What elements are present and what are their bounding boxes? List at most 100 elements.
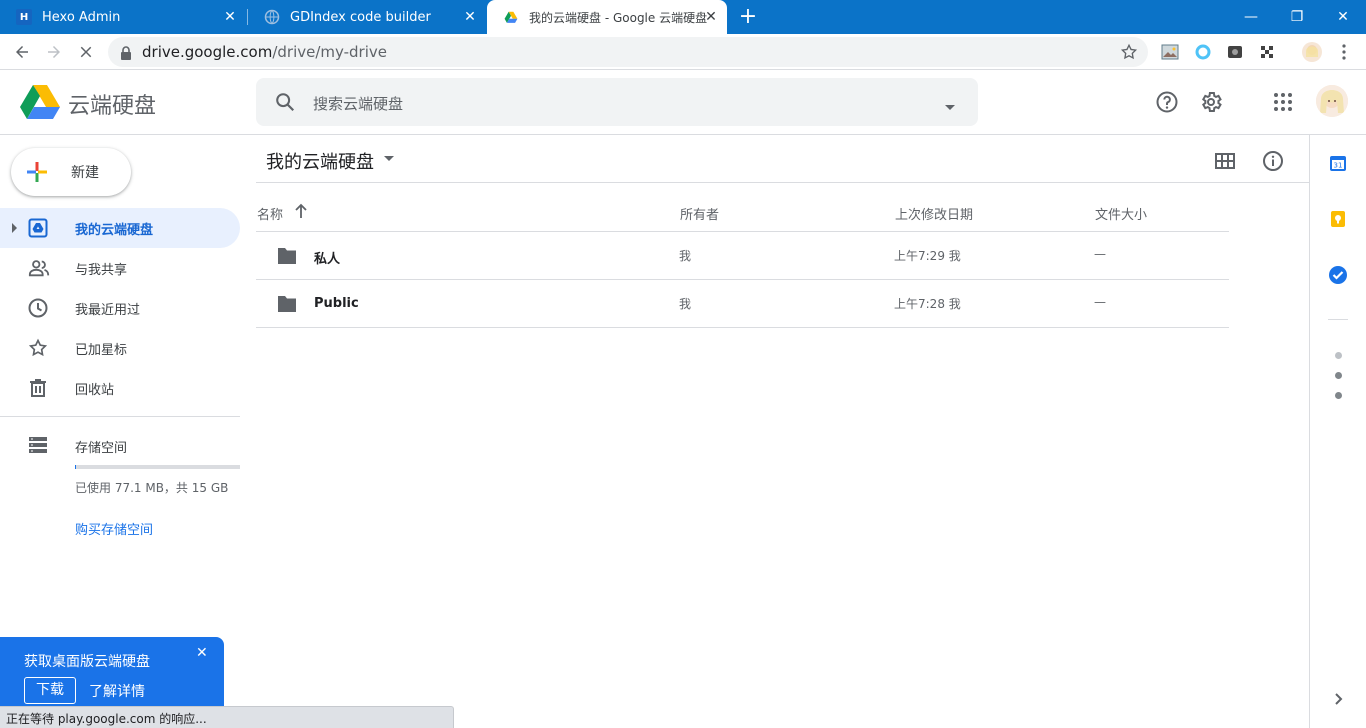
sidebar-item-label: 我最近用过: [75, 303, 141, 318]
search-options-icon[interactable]: [944, 97, 956, 116]
sidebar-item-my-drive[interactable]: 我的云端硬盘: [0, 208, 240, 248]
grid-view-icon[interactable]: [1213, 149, 1237, 173]
close-window-icon[interactable]: ✕: [1320, 0, 1366, 34]
folder-icon: [276, 295, 298, 317]
storage-usage-bar: [75, 465, 240, 469]
main-content: 我的云端硬盘 名称 所有者 上次修改日期 文件大小 私人 我 上午7:29 我 …: [256, 135, 1309, 728]
account-avatar[interactable]: [1316, 85, 1348, 117]
file-name: Public: [314, 296, 359, 311]
info-icon[interactable]: [1261, 149, 1285, 173]
table-row[interactable]: 私人 我 上午7:29 我 —: [256, 232, 1229, 280]
url-text: drive.google.com/drive/my-drive: [142, 43, 387, 61]
search-input[interactable]: 搜索云端硬盘: [313, 93, 403, 114]
storage-usage-fill: [75, 465, 76, 469]
download-button[interactable]: 下载: [24, 677, 76, 704]
file-name: 私人: [314, 252, 341, 267]
tab-google-drive[interactable]: 我的云端硬盘 - Google 云端硬盘 ✕: [487, 0, 727, 34]
sidebar-item-trash[interactable]: 回收站: [0, 368, 240, 408]
file-modified: 上午7:29 我: [894, 249, 961, 263]
new-button-label: 新建: [71, 165, 99, 181]
sidebar-item-recent[interactable]: 我最近用过: [0, 288, 240, 328]
browser-toolbar: drive.google.com/drive/my-drive: [0, 34, 1366, 70]
tab-gdindex[interactable]: GDIndex code builder ✕: [248, 0, 486, 34]
bookmark-star-icon[interactable]: [1120, 43, 1138, 65]
column-header-size[interactable]: 文件大小: [1095, 204, 1147, 223]
svg-text:31: 31: [1334, 162, 1343, 170]
row-divider: [256, 327, 1229, 328]
sidebar-item-storage[interactable]: 存储空间: [0, 426, 240, 466]
sidebar-item-label: 存储空间: [75, 441, 128, 456]
close-promo-icon[interactable]: ✕: [196, 645, 208, 661]
drive-header: 云端硬盘 搜索云端硬盘: [0, 70, 1366, 135]
browser-menu-icon[interactable]: [1334, 42, 1354, 62]
address-bar[interactable]: drive.google.com/drive/my-drive: [108, 37, 1148, 67]
hexo-favicon: H: [16, 9, 32, 25]
back-icon[interactable]: [10, 40, 34, 64]
browser-tab-bar: H Hexo Admin ✕ GDIndex code builder ✕ 我的…: [0, 0, 1366, 34]
minimize-icon[interactable]: —: [1228, 0, 1274, 34]
app-title[interactable]: 云端硬盘: [68, 88, 156, 120]
my-drive-icon: [28, 218, 48, 238]
new-tab-button[interactable]: +: [736, 5, 760, 29]
clock-icon: [28, 298, 48, 318]
plus-icon: [25, 160, 49, 188]
calendar-icon[interactable]: 31: [1328, 153, 1348, 173]
addon-dot[interactable]: [1335, 372, 1342, 379]
side-panel: 31: [1309, 135, 1366, 728]
sidebar-item-starred[interactable]: 已加星标: [0, 328, 240, 368]
tasks-icon[interactable]: [1328, 265, 1348, 285]
new-button[interactable]: 新建: [11, 148, 131, 196]
tab-title: 我的云端硬盘 - Google 云端硬盘: [529, 10, 707, 25]
column-header-name[interactable]: 名称: [257, 203, 307, 223]
lock-icon[interactable]: [120, 45, 132, 64]
file-modified: 上午7:28 我: [894, 297, 961, 311]
chevron-right-icon[interactable]: [1328, 689, 1348, 709]
stop-loading-icon[interactable]: [74, 40, 98, 64]
side-panel-divider: [1328, 319, 1348, 320]
close-tab-icon[interactable]: ✕: [222, 9, 238, 25]
search-icon[interactable]: [274, 91, 296, 117]
tab-hexo-admin[interactable]: H Hexo Admin ✕: [0, 0, 246, 34]
column-header-owner[interactable]: 所有者: [680, 204, 719, 223]
screen-extension-icon[interactable]: [1225, 42, 1245, 62]
sidebar-item-label: 我的云端硬盘: [75, 223, 154, 238]
expand-caret-icon[interactable]: [12, 223, 17, 233]
profile-avatar[interactable]: [1302, 42, 1322, 62]
search-bar[interactable]: 搜索云端硬盘: [256, 78, 978, 126]
file-owner: 我: [679, 249, 692, 263]
settings-gear-icon[interactable]: [1199, 90, 1223, 114]
image-extension-icon[interactable]: [1160, 42, 1180, 62]
shared-people-icon: [28, 258, 50, 278]
learn-more-link[interactable]: 了解详情: [89, 681, 145, 701]
addon-dot[interactable]: [1335, 392, 1342, 399]
addon-dot[interactable]: [1335, 352, 1342, 359]
sidebar-item-label: 已加星标: [75, 343, 128, 358]
circle-extension-icon[interactable]: [1193, 42, 1213, 62]
keep-icon[interactable]: [1328, 209, 1348, 229]
breadcrumb[interactable]: 我的云端硬盘: [266, 148, 374, 174]
star-icon: [28, 338, 48, 358]
sidebar-item-label: 与我共享: [75, 263, 128, 278]
column-header-modified[interactable]: 上次修改日期: [895, 204, 973, 223]
sort-arrow-up-icon[interactable]: [294, 203, 308, 223]
drive-favicon: [503, 9, 519, 25]
close-tab-icon[interactable]: ✕: [703, 9, 719, 25]
sidebar-item-shared[interactable]: 与我共享: [0, 248, 240, 288]
restore-icon[interactable]: ❐: [1274, 0, 1320, 34]
file-size: —: [1094, 295, 1106, 309]
apps-grid-icon[interactable]: [1271, 90, 1295, 114]
buy-storage-link[interactable]: 购买存储空间: [75, 519, 153, 538]
trash-icon: [28, 378, 48, 398]
drive-logo-icon[interactable]: [20, 84, 60, 124]
sidebar-divider: [0, 416, 240, 417]
grid-extension-icon[interactable]: [1257, 42, 1277, 62]
folder-icon: [276, 247, 298, 269]
promo-title: 获取桌面版云端硬盘: [24, 654, 150, 670]
storage-icon: [28, 436, 48, 456]
help-icon[interactable]: [1155, 90, 1179, 114]
table-row[interactable]: Public 我 上午7:28 我 —: [256, 280, 1229, 328]
sidebar-item-label: 回收站: [75, 383, 115, 398]
forward-icon[interactable]: [42, 40, 66, 64]
breadcrumb-dropdown-icon[interactable]: [384, 156, 394, 161]
close-tab-icon[interactable]: ✕: [462, 9, 478, 25]
